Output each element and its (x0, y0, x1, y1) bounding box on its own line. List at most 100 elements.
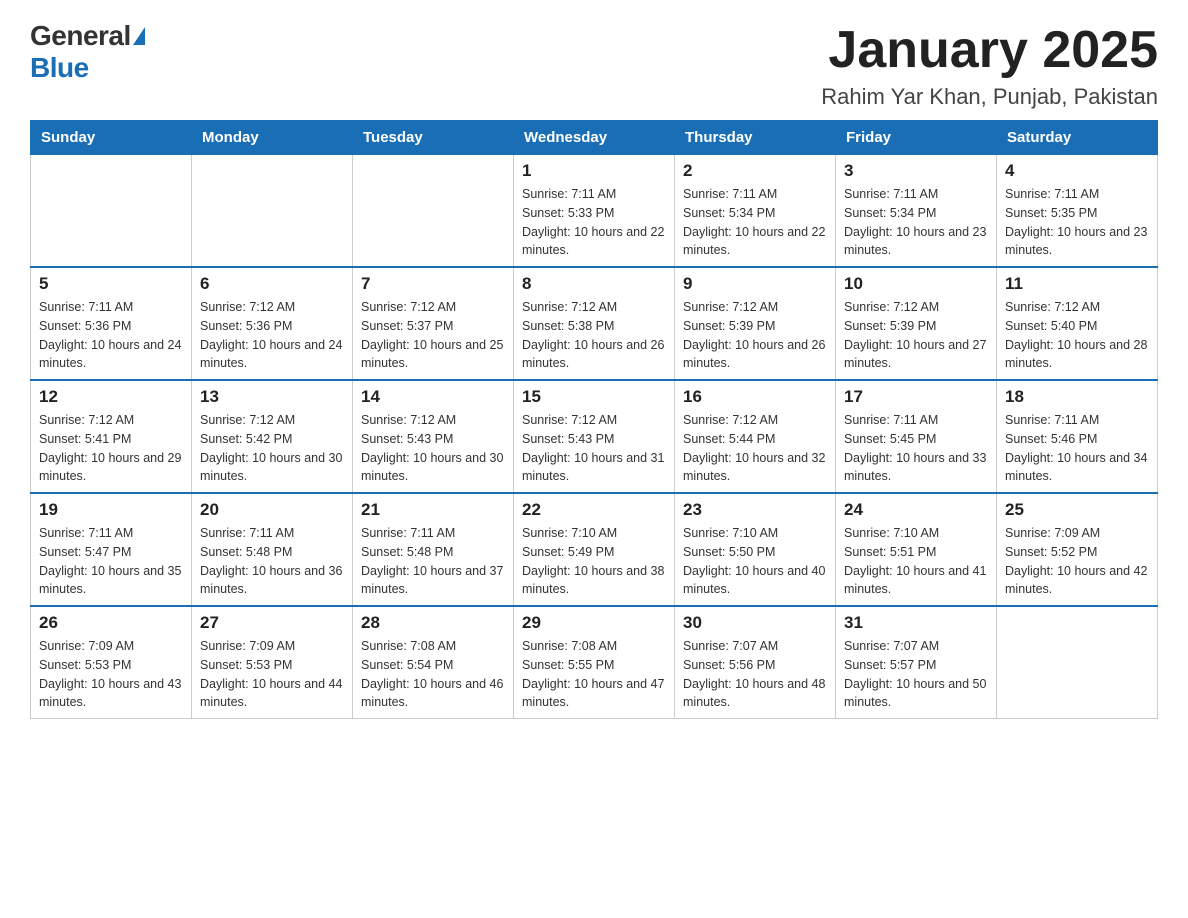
day-of-week-header: Saturday (997, 121, 1158, 155)
day-info: Sunrise: 7:08 AMSunset: 5:54 PMDaylight:… (361, 637, 505, 712)
calendar-cell: 21Sunrise: 7:11 AMSunset: 5:48 PMDayligh… (353, 493, 514, 606)
day-number: 31 (844, 613, 988, 633)
calendar-cell: 10Sunrise: 7:12 AMSunset: 5:39 PMDayligh… (836, 267, 997, 380)
day-number: 13 (200, 387, 344, 407)
logo-general-text: General (30, 20, 131, 52)
day-number: 27 (200, 613, 344, 633)
day-info: Sunrise: 7:12 AMSunset: 5:40 PMDaylight:… (1005, 298, 1149, 373)
logo-triangle-icon (133, 27, 145, 45)
calendar-cell (353, 155, 514, 268)
calendar-week-row: 1 Sunrise: 7:11 AMSunset: 5:33 PMDaylight… (31, 155, 1158, 268)
day-number: 17 (844, 387, 988, 407)
day-number: 14 (361, 387, 505, 407)
day-number: 29 (522, 613, 666, 633)
calendar-cell: 3 Sunrise: 7:11 AMSunset: 5:34 PMDaylight… (836, 155, 997, 268)
day-info: Sunrise: 7:10 AMSunset: 5:49 PMDaylight:… (522, 524, 666, 599)
calendar-body: 1 Sunrise: 7:11 AMSunset: 5:33 PMDaylight… (31, 155, 1158, 719)
calendar-cell: 22 Sunrise: 7:10 AMSunset: 5:49 PMDayligh… (514, 493, 675, 606)
logo: General Blue (30, 20, 145, 84)
day-of-week-header: Tuesday (353, 121, 514, 155)
day-info: Sunrise: 7:11 AMSunset: 5:36 PMDaylight:… (39, 298, 183, 373)
calendar-cell (192, 155, 353, 268)
calendar-cell: 12 Sunrise: 7:12 AMSunset: 5:41 PMDayligh… (31, 380, 192, 493)
day-info: Sunrise: 7:09 AMSunset: 5:53 PMDaylight:… (200, 637, 344, 712)
day-of-week-header: Thursday (675, 121, 836, 155)
day-info: Sunrise: 7:11 AMSunset: 5:48 PMDaylight:… (361, 524, 505, 599)
calendar-cell: 19 Sunrise: 7:11 AMSunset: 5:47 PMDayligh… (31, 493, 192, 606)
day-number: 8 (522, 274, 666, 294)
calendar-cell (31, 155, 192, 268)
calendar-cell: 23Sunrise: 7:10 AMSunset: 5:50 PMDayligh… (675, 493, 836, 606)
day-info: Sunrise: 7:11 AMSunset: 5:34 PMDaylight:… (683, 185, 827, 260)
day-info: Sunrise: 7:11 AMSunset: 5:45 PMDaylight:… (844, 411, 988, 486)
day-info: Sunrise: 7:08 AMSunset: 5:55 PMDaylight:… (522, 637, 666, 712)
day-number: 3 (844, 161, 988, 181)
day-info: Sunrise: 7:12 AMSunset: 5:43 PMDaylight:… (361, 411, 505, 486)
calendar-cell: 30Sunrise: 7:07 AMSunset: 5:56 PMDayligh… (675, 606, 836, 719)
calendar-cell: 17 Sunrise: 7:11 AMSunset: 5:45 PMDayligh… (836, 380, 997, 493)
day-info: Sunrise: 7:11 AMSunset: 5:33 PMDaylight:… (522, 185, 666, 260)
day-of-week-header: Friday (836, 121, 997, 155)
calendar-cell: 29 Sunrise: 7:08 AMSunset: 5:55 PMDayligh… (514, 606, 675, 719)
calendar-cell: 27 Sunrise: 7:09 AMSunset: 5:53 PMDayligh… (192, 606, 353, 719)
day-number: 18 (1005, 387, 1149, 407)
calendar-table: SundayMondayTuesdayWednesdayThursdayFrid… (30, 120, 1158, 719)
day-info: Sunrise: 7:12 AMSunset: 5:36 PMDaylight:… (200, 298, 344, 373)
days-of-week-row: SundayMondayTuesdayWednesdayThursdayFrid… (31, 121, 1158, 155)
day-number: 16 (683, 387, 827, 407)
calendar-cell: 25 Sunrise: 7:09 AMSunset: 5:52 PMDayligh… (997, 493, 1158, 606)
calendar-subtitle: Rahim Yar Khan, Punjab, Pakistan (821, 84, 1158, 110)
day-number: 22 (522, 500, 666, 520)
day-number: 2 (683, 161, 827, 181)
day-of-week-header: Sunday (31, 121, 192, 155)
calendar-week-row: 19 Sunrise: 7:11 AMSunset: 5:47 PMDayligh… (31, 493, 1158, 606)
calendar-cell: 1 Sunrise: 7:11 AMSunset: 5:33 PMDaylight… (514, 155, 675, 268)
day-info: Sunrise: 7:11 AMSunset: 5:47 PMDaylight:… (39, 524, 183, 599)
day-number: 1 (522, 161, 666, 181)
day-info: Sunrise: 7:11 AMSunset: 5:46 PMDaylight:… (1005, 411, 1149, 486)
calendar-cell: 18 Sunrise: 7:11 AMSunset: 5:46 PMDayligh… (997, 380, 1158, 493)
day-number: 6 (200, 274, 344, 294)
day-number: 9 (683, 274, 827, 294)
day-number: 26 (39, 613, 183, 633)
day-of-week-header: Monday (192, 121, 353, 155)
day-info: Sunrise: 7:12 AMSunset: 5:39 PMDaylight:… (683, 298, 827, 373)
day-number: 10 (844, 274, 988, 294)
day-number: 15 (522, 387, 666, 407)
day-info: Sunrise: 7:12 AMSunset: 5:38 PMDaylight:… (522, 298, 666, 373)
day-info: Sunrise: 7:12 AMSunset: 5:43 PMDaylight:… (522, 411, 666, 486)
day-number: 25 (1005, 500, 1149, 520)
calendar-cell: 15 Sunrise: 7:12 AMSunset: 5:43 PMDayligh… (514, 380, 675, 493)
title-section: January 2025 Rahim Yar Khan, Punjab, Pak… (821, 20, 1158, 110)
calendar-cell (997, 606, 1158, 719)
calendar-cell: 7Sunrise: 7:12 AMSunset: 5:37 PMDaylight… (353, 267, 514, 380)
calendar-header: SundayMondayTuesdayWednesdayThursdayFrid… (31, 121, 1158, 155)
calendar-week-row: 5 Sunrise: 7:11 AMSunset: 5:36 PMDaylight… (31, 267, 1158, 380)
day-number: 5 (39, 274, 183, 294)
day-number: 19 (39, 500, 183, 520)
day-number: 24 (844, 500, 988, 520)
day-info: Sunrise: 7:11 AMSunset: 5:34 PMDaylight:… (844, 185, 988, 260)
day-info: Sunrise: 7:11 AMSunset: 5:35 PMDaylight:… (1005, 185, 1149, 260)
day-info: Sunrise: 7:10 AMSunset: 5:51 PMDaylight:… (844, 524, 988, 599)
day-info: Sunrise: 7:12 AMSunset: 5:37 PMDaylight:… (361, 298, 505, 373)
calendar-cell: 9 Sunrise: 7:12 AMSunset: 5:39 PMDaylight… (675, 267, 836, 380)
calendar-week-row: 12 Sunrise: 7:12 AMSunset: 5:41 PMDayligh… (31, 380, 1158, 493)
calendar-cell: 20Sunrise: 7:11 AMSunset: 5:48 PMDayligh… (192, 493, 353, 606)
day-info: Sunrise: 7:11 AMSunset: 5:48 PMDaylight:… (200, 524, 344, 599)
day-number: 12 (39, 387, 183, 407)
calendar-title: January 2025 (821, 20, 1158, 80)
day-info: Sunrise: 7:09 AMSunset: 5:52 PMDaylight:… (1005, 524, 1149, 599)
day-info: Sunrise: 7:07 AMSunset: 5:56 PMDaylight:… (683, 637, 827, 712)
calendar-cell: 2 Sunrise: 7:11 AMSunset: 5:34 PMDaylight… (675, 155, 836, 268)
day-info: Sunrise: 7:12 AMSunset: 5:41 PMDaylight:… (39, 411, 183, 486)
day-number: 11 (1005, 274, 1149, 294)
calendar-cell: 13Sunrise: 7:12 AMSunset: 5:42 PMDayligh… (192, 380, 353, 493)
day-info: Sunrise: 7:09 AMSunset: 5:53 PMDaylight:… (39, 637, 183, 712)
day-number: 23 (683, 500, 827, 520)
calendar-cell: 28Sunrise: 7:08 AMSunset: 5:54 PMDayligh… (353, 606, 514, 719)
calendar-week-row: 26 Sunrise: 7:09 AMSunset: 5:53 PMDayligh… (31, 606, 1158, 719)
calendar-cell: 16Sunrise: 7:12 AMSunset: 5:44 PMDayligh… (675, 380, 836, 493)
calendar-cell: 11 Sunrise: 7:12 AMSunset: 5:40 PMDayligh… (997, 267, 1158, 380)
calendar-cell: 14 Sunrise: 7:12 AMSunset: 5:43 PMDayligh… (353, 380, 514, 493)
